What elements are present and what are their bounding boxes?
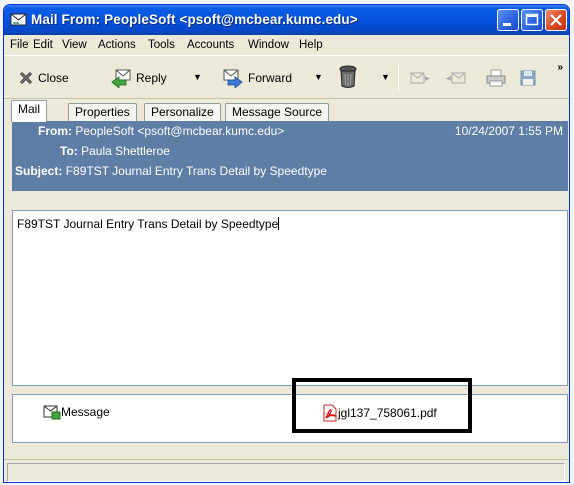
to-value[interactable]: Paula Shettleroe [81,144,170,158]
mail-message-icon [10,13,27,26]
envelope-next-icon [410,72,430,84]
close-window-button[interactable] [545,9,567,31]
tab-mail[interactable]: Mail [11,100,48,122]
from-label: From: [38,124,72,138]
tab-message-source[interactable]: Message Source [225,103,330,121]
subject-label: Subject: [15,164,63,178]
printer-icon [486,69,506,87]
tab-properties[interactable]: Properties [68,103,137,121]
menu-view[interactable]: View [62,39,87,51]
envelope-previous-icon [446,72,466,84]
window-title: Mail From: PeopleSoft <psoft@mcbear.kumc… [31,12,358,27]
close-icon [550,14,562,26]
menu-file[interactable]: File [10,39,29,51]
subject-value: F89TST Journal Entry Trans Detail by Spe… [65,164,327,178]
minimize-icon [503,23,511,26]
reply-button[interactable]: Reply [110,67,167,89]
previous-message-button[interactable] [445,67,471,89]
delete-button[interactable] [338,64,362,90]
menu-help[interactable]: Help [299,39,323,51]
from-row: From: PeopleSoft <psoft@mcbear.kumc.edu> [38,124,284,138]
attachments-pane: Message jgl137_758061.pdf [12,394,568,443]
message-attachment[interactable]: Message [43,404,110,420]
menu-actions[interactable]: Actions [98,39,136,51]
close-button[interactable]: Close [18,67,69,89]
next-message-button[interactable] [409,67,435,89]
forward-dropdown-arrow[interactable]: ▼ [314,72,323,82]
floppy-disk-icon [520,70,536,86]
close-button-label: Close [38,71,69,85]
menu-edit[interactable]: Edit [33,39,53,51]
maximize-icon [525,13,539,26]
status-bar [4,459,569,482]
toolbar: Close Reply ▼ Forward ▼ ▼ » [4,55,569,99]
title-bar[interactable]: Mail From: PeopleSoft <psoft@mcbear.kumc… [4,5,569,35]
menu-bar: File Edit View Actions Tools Accounts Wi… [4,35,569,55]
maximize-button[interactable] [521,9,543,31]
save-button[interactable] [519,67,541,89]
forward-icon [223,69,243,88]
message-body[interactable]: F89TST Journal Entry Trans Detail by Spe… [12,210,568,386]
forward-button[interactable]: Forward [222,67,292,89]
from-value[interactable]: PeopleSoft <psoft@mcbear.kumc.edu> [75,124,284,138]
close-x-icon [19,71,33,85]
menu-tools[interactable]: Tools [148,39,175,51]
message-body-text: F89TST Journal Entry Trans Detail by Spe… [17,217,279,231]
message-header: From: PeopleSoft <psoft@mcbear.kumc.edu>… [12,121,568,191]
menu-accounts[interactable]: Accounts [187,39,234,51]
reply-icon [111,69,131,88]
print-button[interactable] [485,67,511,89]
text-cursor [278,217,280,230]
message-attachment-label: Message [61,405,110,419]
trash-can-icon [339,65,357,88]
reply-button-label: Reply [136,71,167,85]
to-row: To: Paula Shettleroe [60,144,170,158]
attachment-highlight-box [292,378,472,433]
reply-dropdown-arrow[interactable]: ▼ [193,72,202,82]
forward-button-label: Forward [248,71,293,85]
menu-window[interactable]: Window [248,39,289,51]
delete-dropdown-arrow[interactable]: ▼ [381,72,390,82]
mail-window: Mail From: PeopleSoft <psoft@mcbear.kumc… [3,4,570,483]
to-label: To: [60,144,78,158]
status-pane [7,463,565,482]
message-date: 10/24/2007 1:55 PM [454,124,563,138]
toolbar-overflow-chevron[interactable]: » [557,62,563,73]
tab-personalize[interactable]: Personalize [144,103,221,121]
message-file-icon [43,405,61,420]
subject-row: Subject: F89TST Journal Entry Trans Deta… [15,164,327,178]
minimize-button[interactable] [497,9,519,31]
toolbar-separator [398,64,399,92]
tab-strip: Mail Properties Personalize Message Sour… [4,99,569,122]
